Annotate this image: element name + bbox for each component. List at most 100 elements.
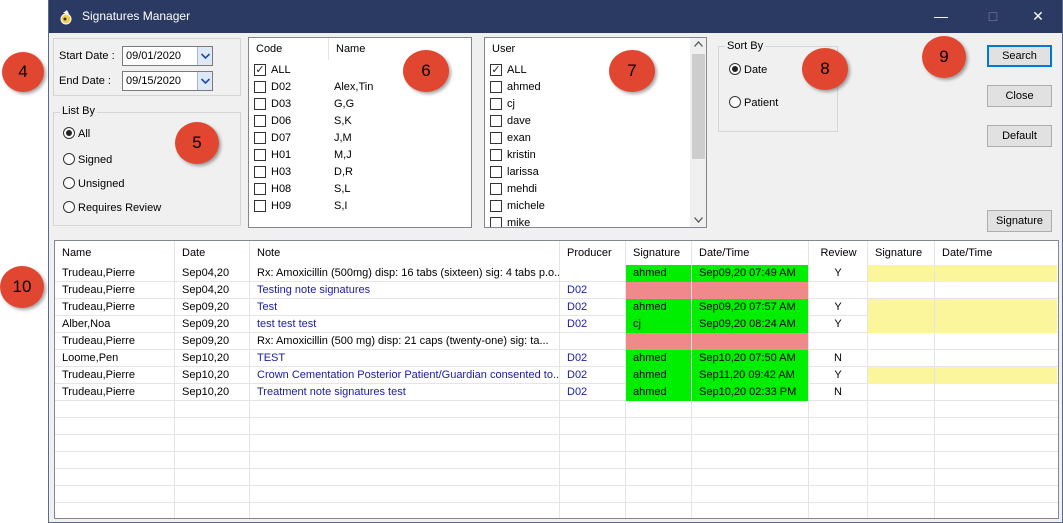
grid-row-line	[55, 434, 1058, 435]
sort-by-date-radio[interactable]: Date	[729, 63, 767, 76]
grid-column-header[interactable]: Signature	[626, 245, 692, 262]
grid-row[interactable]: Trudeau,Pierre Sep04,20 Testing note signa…	[55, 282, 1058, 299]
checkbox-icon[interactable]	[490, 217, 502, 227]
grid-row[interactable]: Alber,Noa Sep09,20 test test test D02 cj Sep0…	[55, 316, 1058, 333]
checkbox-icon[interactable]	[490, 149, 502, 161]
scroll-up-icon[interactable]	[694, 41, 703, 47]
grid-row[interactable]: Trudeau,Pierre Sep10,20 Treatment note sig…	[55, 384, 1058, 401]
grid-row[interactable]: Trudeau,Pierre Sep10,20 Crown Cementation …	[55, 367, 1058, 384]
signature-datetime-cell: Sep09,20 07:57 AM	[692, 299, 808, 316]
grid-column-header[interactable]: Note	[250, 245, 560, 262]
signature-cell: ahmed	[626, 299, 691, 316]
checkbox-checked-icon[interactable]: ✓	[490, 64, 502, 76]
grid-column-header[interactable]: Date/Time	[935, 245, 1058, 262]
checkbox-icon[interactable]	[254, 183, 266, 195]
radio-icon	[63, 201, 75, 213]
grid-column-header[interactable]: Signature	[868, 245, 935, 262]
checkbox-icon[interactable]	[254, 200, 266, 212]
checkbox-icon[interactable]	[490, 200, 502, 212]
chevron-down-icon[interactable]	[197, 72, 212, 90]
note-date-cell: Sep04,20	[182, 284, 230, 296]
signature-cell: ahmed	[626, 265, 691, 282]
review-signature-cell	[868, 384, 934, 401]
user-column-header[interactable]: User	[485, 38, 690, 60]
list-by-all-radio[interactable]: All	[63, 127, 90, 140]
end-date-picker[interactable]: 09/15/2020	[122, 71, 213, 91]
minimize-button[interactable]: —	[918, 0, 964, 33]
grid-column-header[interactable]: Date	[175, 245, 250, 262]
search-button[interactable]: Search	[987, 45, 1052, 67]
callout-10: 10	[0, 266, 44, 308]
grid-row[interactable]: Trudeau,Pierre Sep09,20 Rx: Amoxicillin (5…	[55, 333, 1058, 350]
producer-cell: D02	[567, 284, 588, 296]
producer-name: G,G	[334, 98, 355, 110]
checkbox-icon[interactable]	[490, 98, 502, 110]
code-list-item[interactable]: D07 J,M	[254, 130, 469, 147]
checkbox-icon[interactable]	[490, 166, 502, 178]
code-list-item[interactable]: H08 S,L	[254, 181, 469, 198]
signature-cell: ahmed	[626, 384, 691, 401]
checkbox-icon[interactable]	[490, 132, 502, 144]
grid-column-header[interactable]: Producer	[560, 245, 626, 262]
code-value: H08	[271, 183, 292, 195]
checkbox-icon[interactable]	[254, 166, 266, 178]
chevron-down-icon[interactable]	[197, 47, 212, 65]
grid-column-header[interactable]: Date/Time	[692, 245, 809, 262]
grid-row-line	[55, 485, 1058, 486]
sort-by-patient-radio[interactable]: Patient	[729, 96, 778, 109]
scroll-down-icon[interactable]	[694, 217, 703, 223]
maximize-button[interactable]: □	[970, 0, 1016, 33]
scroll-thumb[interactable]	[692, 54, 705, 159]
note-text-cell: Testing note signatures	[257, 284, 371, 296]
grid-row[interactable]: Loome,Pen Sep10,20 TEST D02 ahmed Sep10,20 07…	[55, 350, 1058, 367]
grid-row[interactable]: Trudeau,Pierre Sep04,20 Rx: Amoxicillin (5…	[55, 265, 1058, 282]
grid-column-header[interactable]: Name	[55, 245, 175, 262]
patient-name-cell: Trudeau,Pierre	[62, 386, 135, 398]
checkbox-icon[interactable]	[254, 132, 266, 144]
code-column-header[interactable]: Code	[249, 38, 329, 60]
checkbox-icon[interactable]	[490, 115, 502, 127]
callout-6: 6	[403, 50, 449, 92]
signature-datetime-cell: Sep09,20 08:24 AM	[692, 316, 808, 333]
code-list-item[interactable]: H03 D,R	[254, 164, 469, 181]
checkbox-icon[interactable]	[254, 81, 266, 93]
list-by-requires-review-radio[interactable]: Requires Review	[63, 201, 161, 214]
code-value: D07	[271, 132, 292, 144]
code-value: H09	[271, 200, 292, 212]
review-signature-cell	[868, 350, 934, 367]
patient-name-cell: Loome,Pen	[62, 352, 119, 364]
checkbox-icon[interactable]	[490, 81, 502, 93]
checkbox-checked-icon[interactable]: ✓	[254, 64, 266, 76]
producer-name: D,R	[334, 166, 353, 178]
producer-cell: D02	[567, 301, 588, 313]
review-signature-cell	[868, 367, 934, 384]
start-date-label: Start Date :	[59, 50, 115, 62]
grid-row-line	[55, 502, 1058, 503]
checkbox-icon[interactable]	[254, 149, 266, 161]
grid-row[interactable]: Trudeau,Pierre Sep09,20 Test D02 ahmed Sep09,…	[55, 299, 1058, 316]
user-list-scrollbar[interactable]	[690, 38, 706, 227]
checkbox-icon[interactable]	[490, 183, 502, 195]
signature-button[interactable]: Signature	[987, 210, 1052, 232]
checkbox-icon[interactable]	[254, 98, 266, 110]
close-button[interactable]: Close	[987, 85, 1052, 107]
review-cell: Y	[834, 301, 842, 313]
list-by-unsigned-radio[interactable]: Unsigned	[63, 177, 124, 190]
signatures-grid: Name Date Note Producer Signature Date/Time Re…	[54, 240, 1059, 519]
name-column-header[interactable]: Name	[329, 38, 471, 60]
code-list-item[interactable]: D03 G,G	[254, 96, 469, 113]
review-signature-cell	[868, 333, 934, 350]
checkbox-icon[interactable]	[254, 115, 266, 127]
close-window-button[interactable]: ✕	[1015, 0, 1061, 33]
producer-name: S,L	[334, 183, 351, 195]
code-list-item[interactable]: H09 S,I	[254, 198, 469, 215]
signature-datetime-cell: Sep10,20 07:50 AM	[692, 350, 808, 367]
review-datetime-cell	[935, 367, 1057, 384]
code-list-item[interactable]: H01 M,J	[254, 147, 469, 164]
code-list-item[interactable]: D06 S,K	[254, 113, 469, 130]
list-by-signed-radio[interactable]: Signed	[63, 153, 112, 166]
code-value: H03	[271, 166, 292, 178]
grid-column-header[interactable]: Review	[809, 245, 868, 262]
start-date-picker[interactable]: 09/01/2020	[122, 46, 213, 66]
default-button[interactable]: Default	[987, 125, 1052, 147]
